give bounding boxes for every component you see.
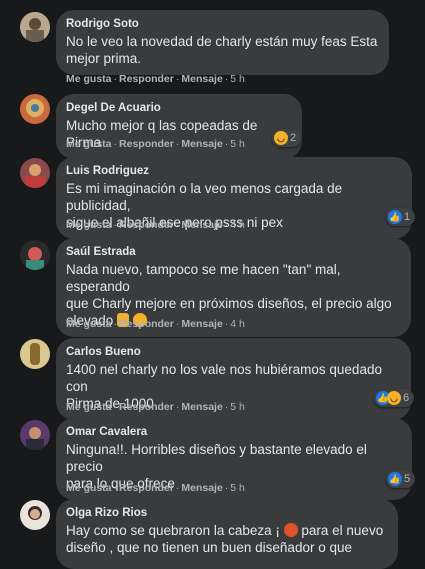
timestamp[interactable]: 5 h xyxy=(230,482,245,494)
comment-author[interactable]: Olga Rizo Rios xyxy=(66,506,387,520)
timestamp[interactable]: 5 h xyxy=(230,73,245,85)
comment-author[interactable]: Carlos Bueno xyxy=(66,345,400,359)
separator: · xyxy=(175,401,180,413)
separator: · xyxy=(175,318,180,330)
comment-author[interactable]: Degel De Acuario xyxy=(66,101,291,115)
comment-line: No le veo la novedad de charly están muy… xyxy=(66,34,378,49)
comment-actions: Me gusta · Responder · Mensaje · 4 h xyxy=(66,219,245,231)
comment-text: No le veo la novedad de charly están muy… xyxy=(66,33,378,67)
avatar[interactable] xyxy=(20,339,50,369)
reaction-count: 1 xyxy=(404,211,411,223)
message-button[interactable]: Mensaje xyxy=(181,219,222,231)
comment-line: mejor prima. xyxy=(66,51,142,66)
timestamp[interactable]: 4 h xyxy=(230,318,245,330)
comment-author[interactable]: Rodrigo Soto xyxy=(66,17,378,31)
reply-button[interactable]: Responder xyxy=(119,138,174,150)
like-reaction-icon: 👍 xyxy=(388,210,402,224)
comment-author[interactable]: Luis Rodriguez xyxy=(66,164,401,178)
comment-line-text: para el nuevo xyxy=(297,523,384,538)
like-button[interactable]: Me gusta xyxy=(66,482,112,494)
comment-bubble: Rodrigo Soto No le veo la novedad de cha… xyxy=(56,10,389,75)
reaction-count: 5 xyxy=(404,473,411,485)
like-button[interactable]: Me gusta xyxy=(66,73,112,85)
separator: · xyxy=(113,318,118,330)
avatar[interactable] xyxy=(20,158,50,188)
reaction-summary[interactable]: 👍 1 xyxy=(386,208,416,226)
like-button[interactable]: Me gusta xyxy=(66,138,112,150)
comment-line-text: Hay como se quebraron la cabeza ¡ xyxy=(66,523,280,538)
message-button[interactable]: Mensaje xyxy=(181,73,222,85)
like-button[interactable]: Me gusta xyxy=(66,401,112,413)
separator: · xyxy=(113,73,118,85)
separator: · xyxy=(113,219,118,231)
timestamp[interactable]: 5 h xyxy=(230,401,245,413)
comment-author[interactable]: Omar Cavalera xyxy=(66,425,401,439)
reply-button[interactable]: Responder xyxy=(119,219,174,231)
separator: · xyxy=(113,401,118,413)
reply-button[interactable]: Responder xyxy=(119,73,174,85)
avatar[interactable] xyxy=(20,420,50,450)
comment-line: Nada nuevo, tampoco se me hacen "tan" ma… xyxy=(66,262,341,294)
avatar[interactable] xyxy=(20,94,50,124)
avatar[interactable] xyxy=(20,500,50,530)
comment-line: Es mi imaginación o la veo menos cargada… xyxy=(66,181,343,213)
comment-bubble: Olga Rizo Rios Hay como se quebraron la … xyxy=(56,499,398,569)
message-button[interactable]: Mensaje xyxy=(181,401,222,413)
separator: · xyxy=(175,219,180,231)
avatar[interactable] xyxy=(20,240,50,270)
comment-line: que Charly mejore en próximos diseños, e… xyxy=(66,296,392,311)
comment-line: diseño , que no tienen un buen diseñador… xyxy=(66,540,352,555)
reaction-count: 2 xyxy=(290,132,297,144)
message-button[interactable]: Mensaje xyxy=(181,482,222,494)
comment-actions: Me gusta · Responder · Mensaje · 5 h xyxy=(66,138,245,150)
reply-button[interactable]: Responder xyxy=(119,318,174,330)
comment-actions: Me gusta · Responder · Mensaje · 4 h xyxy=(66,318,245,330)
comment-text: Hay como se quebraron la cabeza ¡ para e… xyxy=(66,522,387,556)
like-button[interactable]: Me gusta xyxy=(66,318,112,330)
separator: · xyxy=(224,482,229,494)
reaction-count: 6 xyxy=(403,392,410,404)
message-button[interactable]: Mensaje xyxy=(181,318,222,330)
like-button[interactable]: Me gusta xyxy=(66,219,112,231)
separator: · xyxy=(224,138,229,150)
comment-author[interactable]: Saúl Estrada xyxy=(66,245,400,259)
reply-button[interactable]: Responder xyxy=(119,482,174,494)
reaction-summary[interactable]: 👍 5 xyxy=(386,470,416,488)
timestamp[interactable]: 4 h xyxy=(230,219,245,231)
separator: · xyxy=(113,482,118,494)
avatar[interactable] xyxy=(20,12,50,42)
haha-reaction-icon: ◡ xyxy=(274,131,288,145)
haha-reaction-icon: ◡ xyxy=(387,391,401,405)
separator: · xyxy=(175,138,180,150)
separator: · xyxy=(224,401,229,413)
reaction-summary[interactable]: ◡ 2 xyxy=(272,129,302,147)
separator: · xyxy=(224,73,229,85)
separator: · xyxy=(175,73,180,85)
comment-actions: Me gusta · Responder · Mensaje · 5 h xyxy=(66,482,245,494)
separator: · xyxy=(224,219,229,231)
timestamp[interactable]: 5 h xyxy=(230,138,245,150)
separator: · xyxy=(224,318,229,330)
separator: · xyxy=(113,138,118,150)
comment-line: Hay como se quebraron la cabeza ¡ para e… xyxy=(66,522,387,539)
comment-line: 1400 nel charly no los vale nos hubiéram… xyxy=(66,362,382,394)
angry-emoji-icon xyxy=(283,523,298,537)
like-reaction-icon: 👍 xyxy=(388,472,402,486)
reaction-summary[interactable]: 👍 ◡ 6 xyxy=(374,389,415,407)
comment-actions: Me gusta · Responder · Mensaje · 5 h xyxy=(66,73,245,85)
comment-actions: Me gusta · Responder · Mensaje · 5 h xyxy=(66,401,245,413)
comment-line: Ninguna!!. Horribles diseños y bastante … xyxy=(66,442,367,474)
separator: · xyxy=(175,482,180,494)
reply-button[interactable]: Responder xyxy=(119,401,174,413)
message-button[interactable]: Mensaje xyxy=(181,138,222,150)
